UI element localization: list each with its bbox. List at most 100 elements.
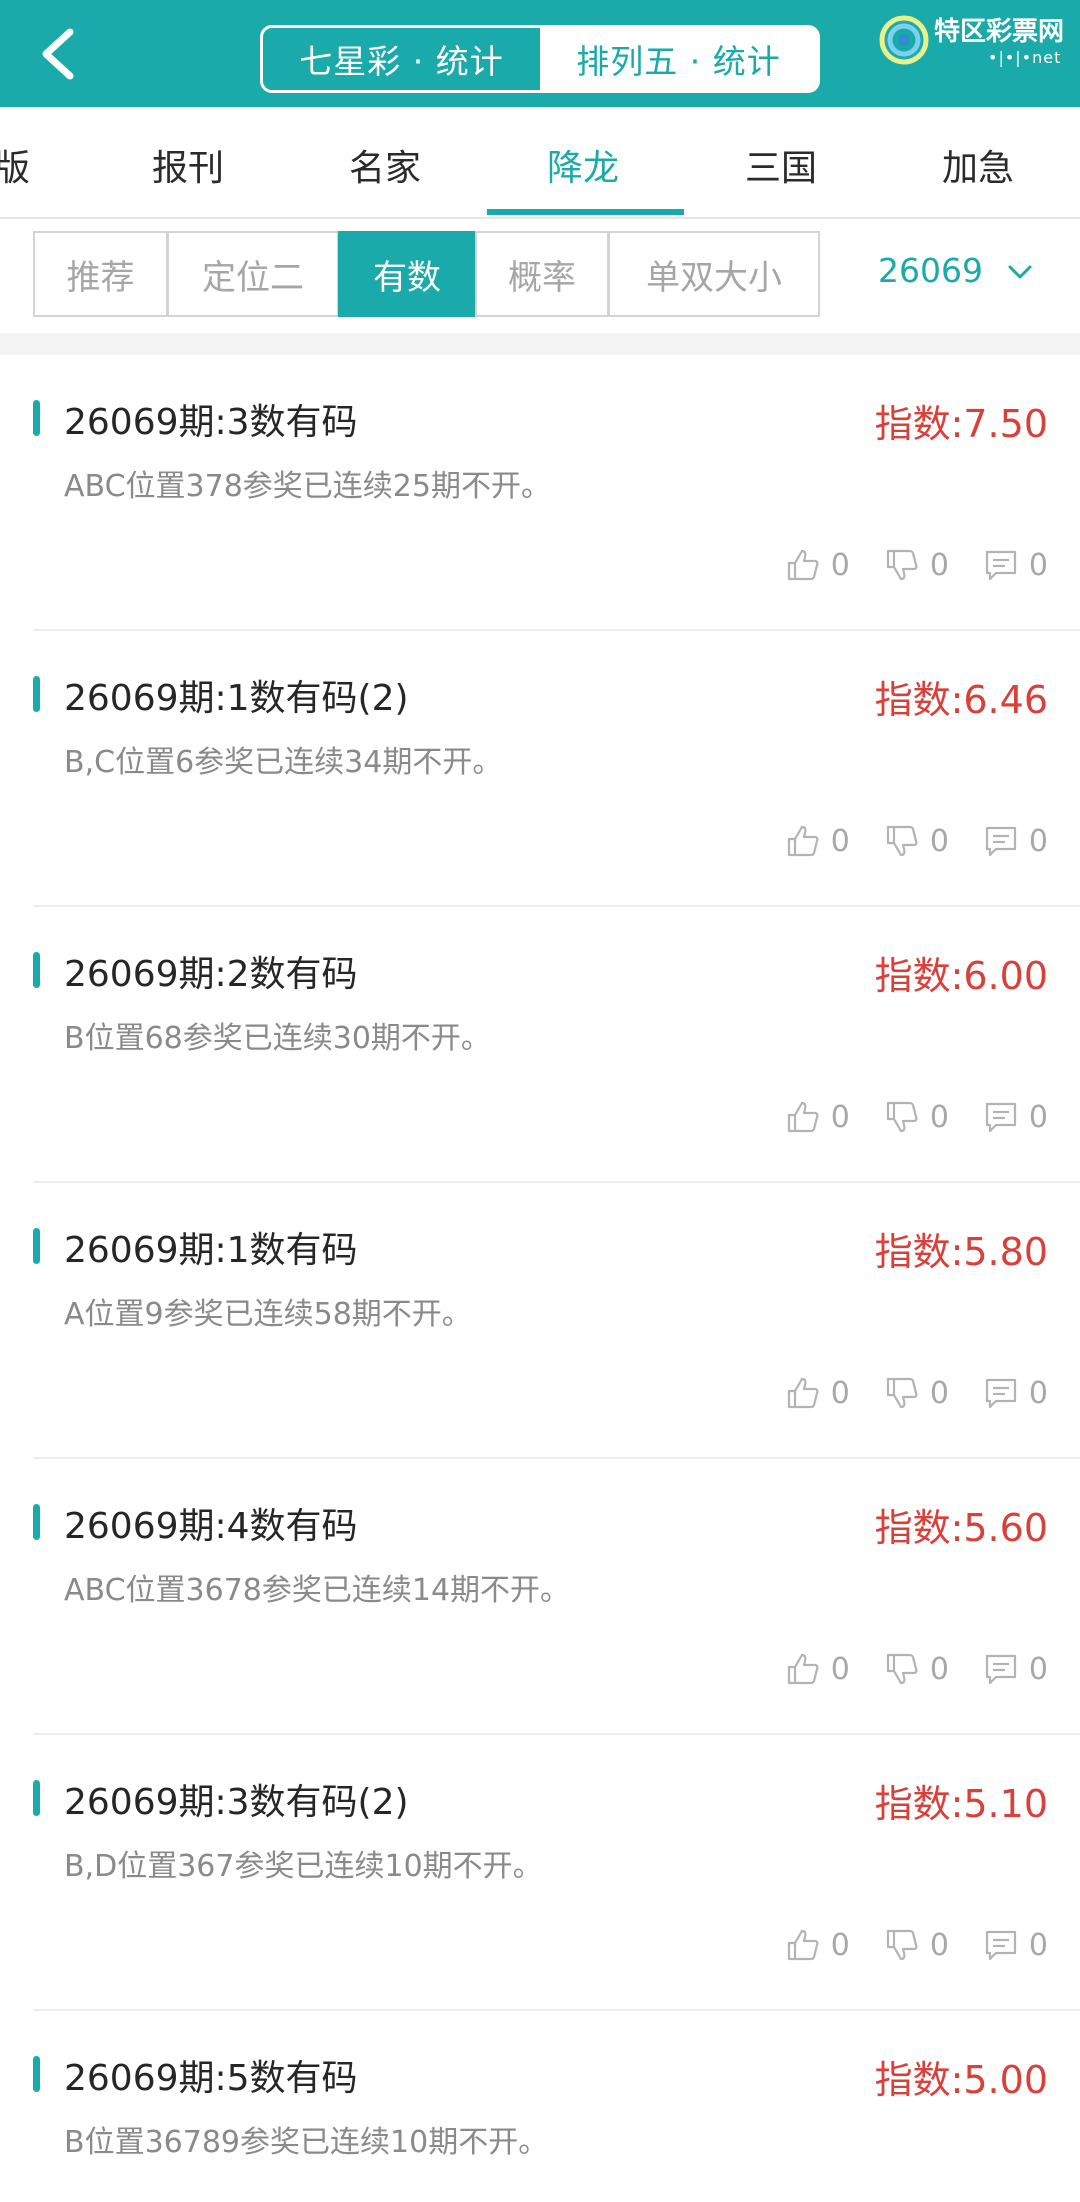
tab-sanguo[interactable]: 三国 <box>745 139 817 191</box>
dislike-count: 0 <box>929 823 949 859</box>
thumbs-down-icon <box>886 1101 918 1133</box>
list-item[interactable]: 26069期:3数有码 指数:7.50 ABC位置378参奖已连续25期不开。 … <box>0 355 1080 631</box>
back-button[interactable] <box>28 22 92 86</box>
list-item[interactable]: 26069期:5数有码 指数:5.00 B位置36789参奖已连续10期不开。 … <box>0 2011 1080 2202</box>
item-description: A位置9参奖已连续58期不开。 <box>64 1297 472 1332</box>
accent-bar <box>33 400 40 436</box>
thumbs-up-icon <box>787 1653 819 1685</box>
filter-dingweier[interactable]: 定位二 <box>167 231 339 317</box>
thumbs-down-icon <box>886 825 918 857</box>
accent-bar <box>33 1780 40 1816</box>
item-description: ABC位置3678参奖已连续14期不开。 <box>64 1573 571 1608</box>
like-button[interactable]: 0 <box>785 1651 850 1687</box>
comment-icon <box>985 826 1017 857</box>
tab-ban[interactable]: 版 <box>0 139 30 191</box>
brand-name: 特区彩票网 <box>934 17 1065 47</box>
like-button[interactable]: 0 <box>785 1927 850 1963</box>
item-title: 26069期:4数有码 <box>64 1506 358 1547</box>
item-index: 指数:7.50 <box>874 402 1048 446</box>
tab-jiaji[interactable]: 加急 <box>942 139 1014 191</box>
period-selector[interactable]: 26069 <box>878 251 983 290</box>
list-item[interactable]: 26069期:1数有码 指数:5.80 A位置9参奖已连续58期不开。 0 0 <box>0 1183 1080 1459</box>
list-item[interactable]: 26069期:3数有码(2) 指数:5.10 B,D位置367参奖已连续10期不… <box>0 1735 1080 2011</box>
active-tab-indicator <box>487 209 684 215</box>
thumbs-down-icon <box>886 1653 918 1685</box>
thumbs-up-icon <box>787 825 819 857</box>
filter-danshuangdaxiao[interactable]: 单双大小 <box>608 231 820 317</box>
item-index: 指数:5.00 <box>874 2058 1048 2102</box>
tab-mingjia[interactable]: 名家 <box>349 139 421 191</box>
tab-qixingcai-stats[interactable]: 七星彩 · 统计 <box>263 28 540 90</box>
list-item[interactable]: 26069期:1数有码(2) 指数:6.46 B,C位置6参奖已连续34期不开。… <box>0 631 1080 907</box>
like-count: 0 <box>830 1375 850 1411</box>
like-button[interactable]: 0 <box>785 547 850 583</box>
category-tabs: 版 报刊 名家 降龙 三国 加急 <box>0 107 1080 219</box>
item-index: 指数:5.10 <box>874 1782 1048 1826</box>
thumbs-down-icon <box>886 549 918 581</box>
tab-pailiewu-stats[interactable]: 排列五 · 统计 <box>540 28 817 90</box>
lottery-switch: 七星彩 · 统计 排列五 · 统计 <box>260 25 820 93</box>
filter-tuijian[interactable]: 推荐 <box>33 231 168 317</box>
section-divider <box>0 333 1080 355</box>
item-title: 26069期:1数有码 <box>64 1230 358 1271</box>
accent-bar <box>33 676 40 712</box>
thumbs-down-icon <box>886 1377 918 1409</box>
dislike-button[interactable]: 0 <box>884 547 949 583</box>
like-count: 0 <box>830 1099 850 1135</box>
item-title: 26069期:3数有码 <box>64 402 358 443</box>
comment-count: 0 <box>1028 1099 1048 1135</box>
comment-icon <box>985 1654 1017 1685</box>
tab-xianglong[interactable]: 降龙 <box>547 139 619 191</box>
like-button[interactable]: 0 <box>785 823 850 859</box>
dislike-count: 0 <box>929 1099 949 1135</box>
item-actions: 0 0 0 <box>751 821 1048 861</box>
filter-youshu[interactable]: 有数 <box>338 231 476 317</box>
comment-count: 0 <box>1028 1651 1048 1687</box>
item-title: 26069期:3数有码(2) <box>64 1782 409 1823</box>
item-actions: 0 0 0 <box>751 1373 1048 1413</box>
comment-icon <box>985 1378 1017 1409</box>
comment-count: 0 <box>1028 1375 1048 1411</box>
dislike-button[interactable]: 0 <box>884 1927 949 1963</box>
list-item[interactable]: 26069期:2数有码 指数:6.00 B位置68参奖已连续30期不开。 0 0 <box>0 907 1080 1183</box>
accent-bar <box>33 2056 40 2092</box>
item-description: B位置68参奖已连续30期不开。 <box>64 1021 491 1056</box>
comment-icon <box>985 1102 1017 1133</box>
like-count: 0 <box>830 1927 850 1963</box>
dislike-button[interactable]: 0 <box>884 1375 949 1411</box>
dislike-button[interactable]: 0 <box>884 823 949 859</box>
accent-bar <box>33 952 40 988</box>
like-button[interactable]: 0 <box>785 1375 850 1411</box>
item-description: B,C位置6参奖已连续34期不开。 <box>64 745 503 780</box>
item-actions: 0 0 0 <box>751 1649 1048 1689</box>
comment-button[interactable]: 0 <box>983 823 1048 859</box>
comment-button[interactable]: 0 <box>983 1375 1048 1411</box>
dislike-count: 0 <box>929 1375 949 1411</box>
item-index: 指数:6.00 <box>874 954 1048 998</box>
comment-button[interactable]: 0 <box>983 1927 1048 1963</box>
dislike-button[interactable]: 0 <box>884 1099 949 1135</box>
item-index: 指数:6.46 <box>874 678 1048 722</box>
chevron-down-icon[interactable] <box>1008 263 1032 283</box>
comment-button[interactable]: 0 <box>983 1099 1048 1135</box>
like-count: 0 <box>830 1651 850 1687</box>
thumbs-up-icon <box>787 1929 819 1961</box>
tab-baokan[interactable]: 报刊 <box>152 139 224 191</box>
swirl-logo-icon <box>879 15 929 65</box>
prediction-list: 26069期:3数有码 指数:7.50 ABC位置378参奖已连续25期不开。 … <box>0 355 1080 2202</box>
chevron-left-icon <box>42 28 74 80</box>
list-item[interactable]: 26069期:4数有码 指数:5.60 ABC位置3678参奖已连续14期不开。… <box>0 1459 1080 1735</box>
dislike-count: 0 <box>929 1651 949 1687</box>
like-count: 0 <box>830 823 850 859</box>
filter-row: 推荐 定位二 有数 概率 单双大小 26069 <box>0 219 1080 333</box>
like-button[interactable]: 0 <box>785 1099 850 1135</box>
comment-button[interactable]: 0 <box>983 547 1048 583</box>
filter-gailv[interactable]: 概率 <box>475 231 609 317</box>
item-actions: 0 0 0 <box>751 1925 1048 1965</box>
thumbs-up-icon <box>787 1377 819 1409</box>
item-actions: 0 0 0 <box>751 1097 1048 1137</box>
item-description: B,D位置367参奖已连续10期不开。 <box>64 1849 543 1884</box>
dislike-button[interactable]: 0 <box>884 1651 949 1687</box>
comment-count: 0 <box>1028 547 1048 583</box>
comment-button[interactable]: 0 <box>983 1651 1048 1687</box>
